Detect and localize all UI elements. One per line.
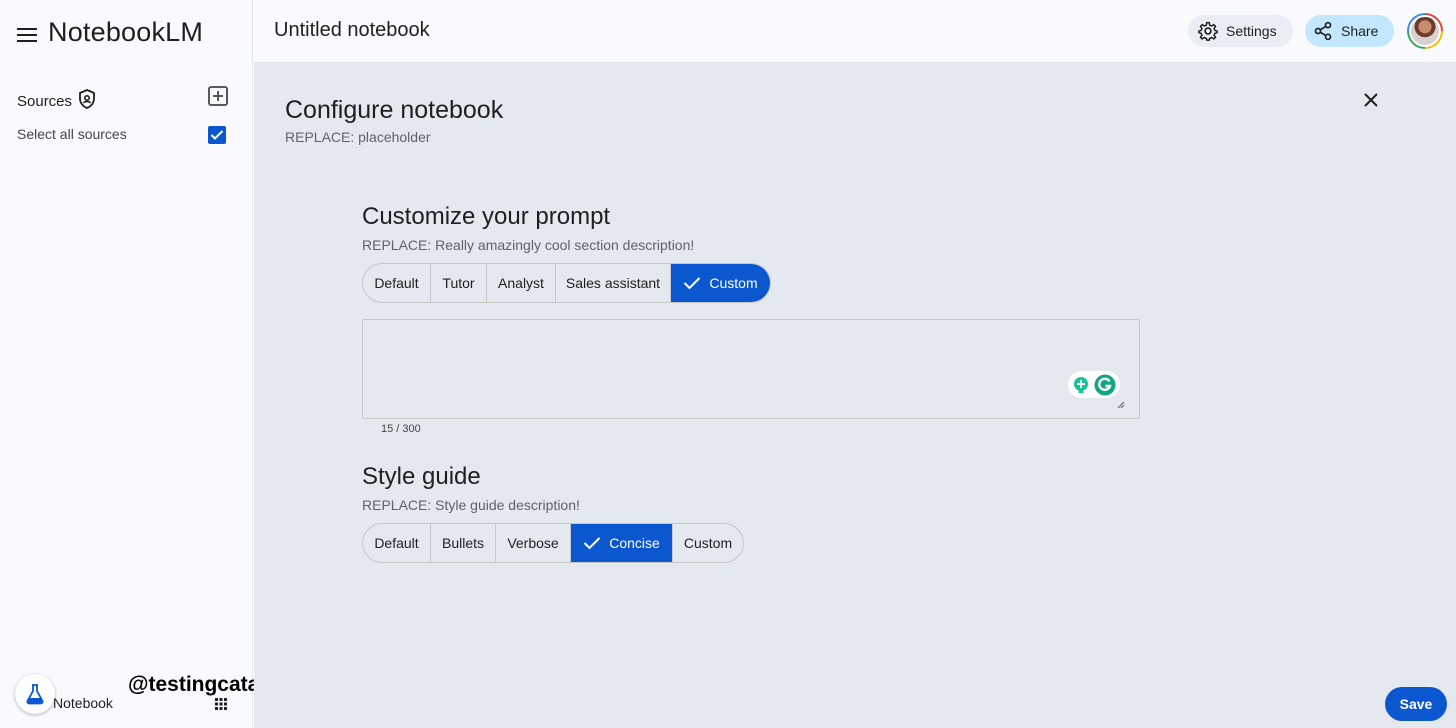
- grammarly-icon: [1094, 374, 1116, 395]
- close-icon[interactable]: [1361, 90, 1381, 110]
- settings-button[interactable]: Settings: [1188, 15, 1293, 47]
- style-option-concise[interactable]: Concise: [571, 524, 673, 562]
- prompt-section-title: Customize your prompt: [362, 203, 611, 230]
- avatar-image: [1409, 15, 1441, 47]
- prompt-option-tutor[interactable]: Tutor: [431, 264, 487, 302]
- shield-icon[interactable]: [78, 89, 96, 113]
- avatar[interactable]: [1407, 13, 1443, 49]
- add-source-icon[interactable]: [207, 85, 229, 107]
- labs-flask-button[interactable]: [15, 674, 55, 714]
- style-section-title: Style guide: [362, 463, 481, 490]
- bulb-icon: [1074, 376, 1088, 393]
- style-option-verbose[interactable]: Verbose: [496, 524, 571, 562]
- prompt-type-selector: Default Tutor Analyst Sales assistant Cu…: [362, 263, 771, 303]
- sources-header: Sources: [17, 89, 96, 113]
- sidebar: NotebookLM Sources Select all sources No…: [0, 0, 291, 728]
- prompt-option-default[interactable]: Default: [363, 264, 431, 302]
- sources-label: Sources: [17, 92, 73, 110]
- prompt-section-description: REPLACE: Really amazingly cool section d…: [362, 237, 695, 253]
- style-guide-selector: Default Bullets Verbose Concise Custom: [362, 523, 744, 563]
- style-option-default[interactable]: Default: [363, 524, 431, 562]
- prompt-option-custom[interactable]: Custom: [671, 264, 770, 302]
- check-icon: [583, 537, 601, 550]
- style-section-description: REPLACE: Style guide description!: [362, 497, 580, 513]
- app-title: NotebookLM: [48, 17, 204, 47]
- configure-subtitle: REPLACE: placeholder: [285, 129, 431, 145]
- prompt-option-sales-assistant[interactable]: Sales assistant: [556, 264, 671, 302]
- style-option-bullets[interactable]: Bullets: [431, 524, 496, 562]
- share-icon: [1314, 21, 1332, 41]
- panel-footer: Save: [254, 678, 1456, 728]
- notebook-title[interactable]: Untitled notebook: [274, 19, 430, 42]
- menu-icon[interactable]: [14, 22, 40, 48]
- share-label: Share: [1341, 23, 1379, 39]
- grammarly-widget[interactable]: [1068, 371, 1120, 398]
- char-count: 15 / 300: [381, 423, 421, 435]
- flask-icon: [26, 684, 44, 705]
- custom-prompt-textarea[interactable]: [362, 319, 1140, 419]
- top-bar: Untitled notebook Settings Share: [254, 0, 1456, 62]
- gear-icon: [1198, 21, 1218, 41]
- style-option-concise-label: Concise: [609, 535, 660, 551]
- footer-notebook-label: Notebook: [53, 695, 113, 711]
- share-button[interactable]: Share: [1305, 15, 1394, 47]
- style-option-custom[interactable]: Custom: [673, 524, 743, 562]
- configure-title: Configure notebook: [285, 96, 504, 124]
- configure-panel: Configure notebook REPLACE: placeholder …: [254, 62, 1456, 678]
- settings-label: Settings: [1226, 23, 1277, 39]
- prompt-option-analyst[interactable]: Analyst: [487, 264, 556, 302]
- select-all-checkbox[interactable]: [208, 126, 226, 144]
- apps-grid-icon[interactable]: [214, 697, 228, 711]
- check-icon: [684, 277, 701, 290]
- prompt-option-custom-label: Custom: [709, 275, 758, 291]
- select-all-label: Select all sources: [17, 126, 127, 142]
- save-button[interactable]: Save: [1385, 687, 1447, 721]
